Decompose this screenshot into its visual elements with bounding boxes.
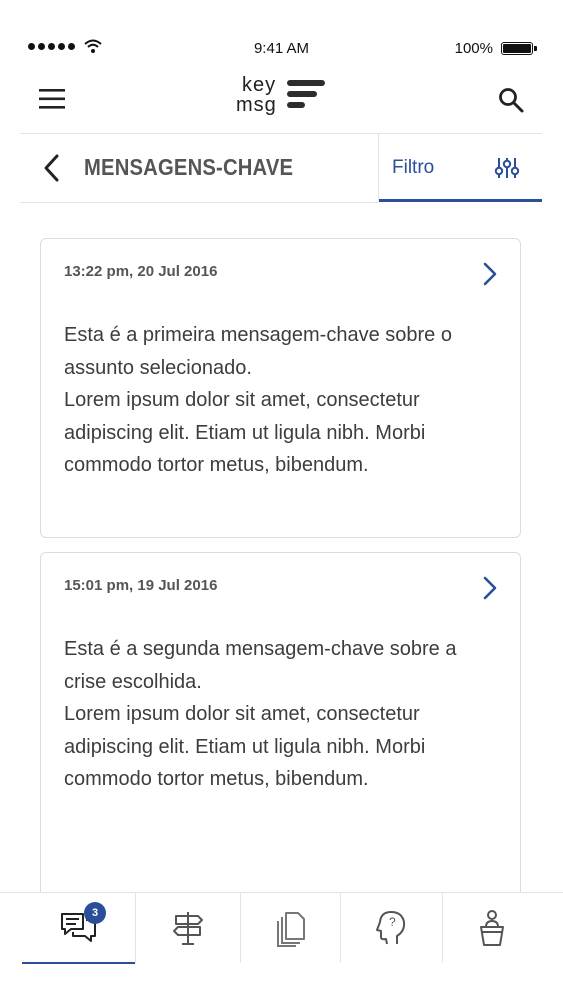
message-lorem: Lorem ipsum dolor sit amet, consectetur … bbox=[64, 389, 426, 476]
bottom-nav: 3 ? bbox=[0, 892, 563, 964]
hamburger-menu-icon[interactable] bbox=[38, 86, 66, 112]
battery-percent: 100% bbox=[454, 40, 493, 57]
svg-text:?: ? bbox=[389, 915, 396, 929]
search-icon[interactable] bbox=[497, 86, 525, 114]
person-podium-icon bbox=[480, 910, 504, 946]
page-title: MENSAGENS-CHAVE bbox=[84, 154, 294, 180]
message-lorem: Lorem ipsum dolor sit amet, consectetur … bbox=[64, 703, 426, 790]
filter-active-underline bbox=[379, 199, 542, 202]
status-bar: 9:41 AM 100% bbox=[0, 0, 563, 64]
chevron-right-icon[interactable] bbox=[482, 575, 498, 601]
head-question-icon: ? bbox=[375, 911, 405, 945]
message-card[interactable]: 13:22 pm, 20 Jul 2016 Esta é a primeira … bbox=[40, 238, 521, 538]
message-body: Esta é a segunda mensagem-chave sobre a … bbox=[64, 633, 504, 796]
message-body: Esta é a primeira mensagem-chave sobre o… bbox=[64, 319, 504, 482]
message-intro: Esta é a segunda mensagem-chave sobre a … bbox=[64, 638, 457, 693]
logo-bar bbox=[287, 91, 317, 97]
sliders-filter-icon bbox=[494, 158, 520, 178]
unread-badge: 3 bbox=[84, 902, 106, 924]
nav-item-directions[interactable] bbox=[136, 893, 241, 963]
message-date: 13:22 pm, 20 Jul 2016 bbox=[64, 263, 218, 280]
message-intro: Esta é a primeira mensagem-chave sobre o… bbox=[64, 324, 452, 379]
logo-bar bbox=[287, 102, 305, 108]
filter-tab[interactable]: Filtro bbox=[378, 134, 542, 202]
nav-item-messages[interactable]: 3 bbox=[22, 893, 136, 964]
filter-label: Filtro bbox=[392, 157, 435, 178]
nav-item-spokesperson[interactable] bbox=[443, 893, 541, 963]
signpost-icon bbox=[173, 912, 203, 945]
logo-bar bbox=[287, 80, 325, 86]
nav-item-questions[interactable]: ? bbox=[341, 893, 443, 963]
back-chevron-icon[interactable] bbox=[40, 152, 64, 184]
app-header: key msg bbox=[0, 64, 563, 134]
nav-item-documents[interactable] bbox=[241, 893, 341, 963]
title-divider bbox=[20, 202, 378, 203]
message-card[interactable]: 15:01 pm, 19 Jul 2016 Esta é a segunda m… bbox=[40, 552, 521, 892]
battery-icon bbox=[501, 42, 537, 55]
logo-text-msg: msg bbox=[236, 94, 277, 116]
message-date: 15:01 pm, 19 Jul 2016 bbox=[64, 577, 218, 594]
documents-icon bbox=[276, 912, 305, 947]
title-bar: MENSAGENS-CHAVE Filtro bbox=[0, 134, 563, 202]
chevron-right-icon[interactable] bbox=[482, 261, 498, 287]
app-logo: key msg bbox=[234, 74, 334, 124]
